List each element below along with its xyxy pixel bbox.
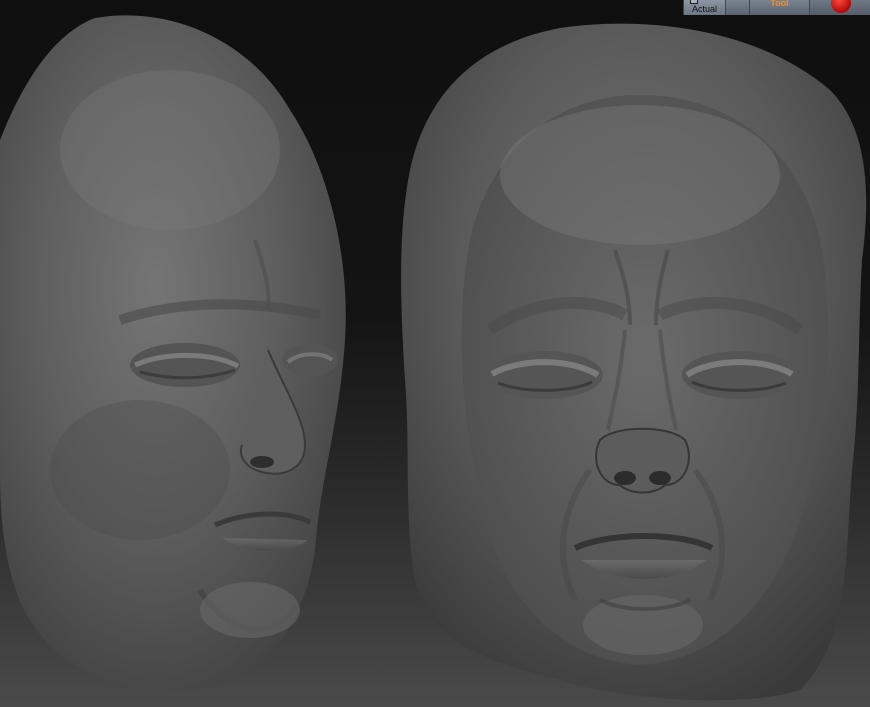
sculpt-canvas[interactable]	[0, 0, 870, 707]
tool-label: Tool	[770, 0, 789, 8]
left-cheek-shadow	[50, 400, 230, 540]
right-nose	[595, 427, 690, 494]
zoom-actual-icon	[690, 0, 698, 4]
toolbar-slot-button[interactable]	[726, 0, 750, 15]
left-forehead-highlight	[60, 70, 280, 230]
right-nostril-right	[649, 471, 671, 485]
left-nostril	[250, 456, 274, 468]
actual-button[interactable]: Actual	[684, 0, 726, 15]
right-forehead-highlight	[500, 105, 780, 245]
right-head-view[interactable]	[401, 23, 867, 701]
left-head-view[interactable]	[0, 15, 346, 691]
right-nostril-left	[614, 471, 636, 485]
sculpt-viewport[interactable]: Actual Tool	[0, 0, 870, 707]
left-chin-highlight	[200, 582, 300, 638]
record-icon	[830, 0, 851, 13]
top-toolbar: Actual Tool	[683, 0, 870, 15]
left-eye-near	[130, 343, 240, 387]
actual-label: Actual	[691, 4, 717, 14]
tool-button[interactable]: Tool	[750, 0, 810, 15]
record-button[interactable]	[810, 0, 870, 15]
